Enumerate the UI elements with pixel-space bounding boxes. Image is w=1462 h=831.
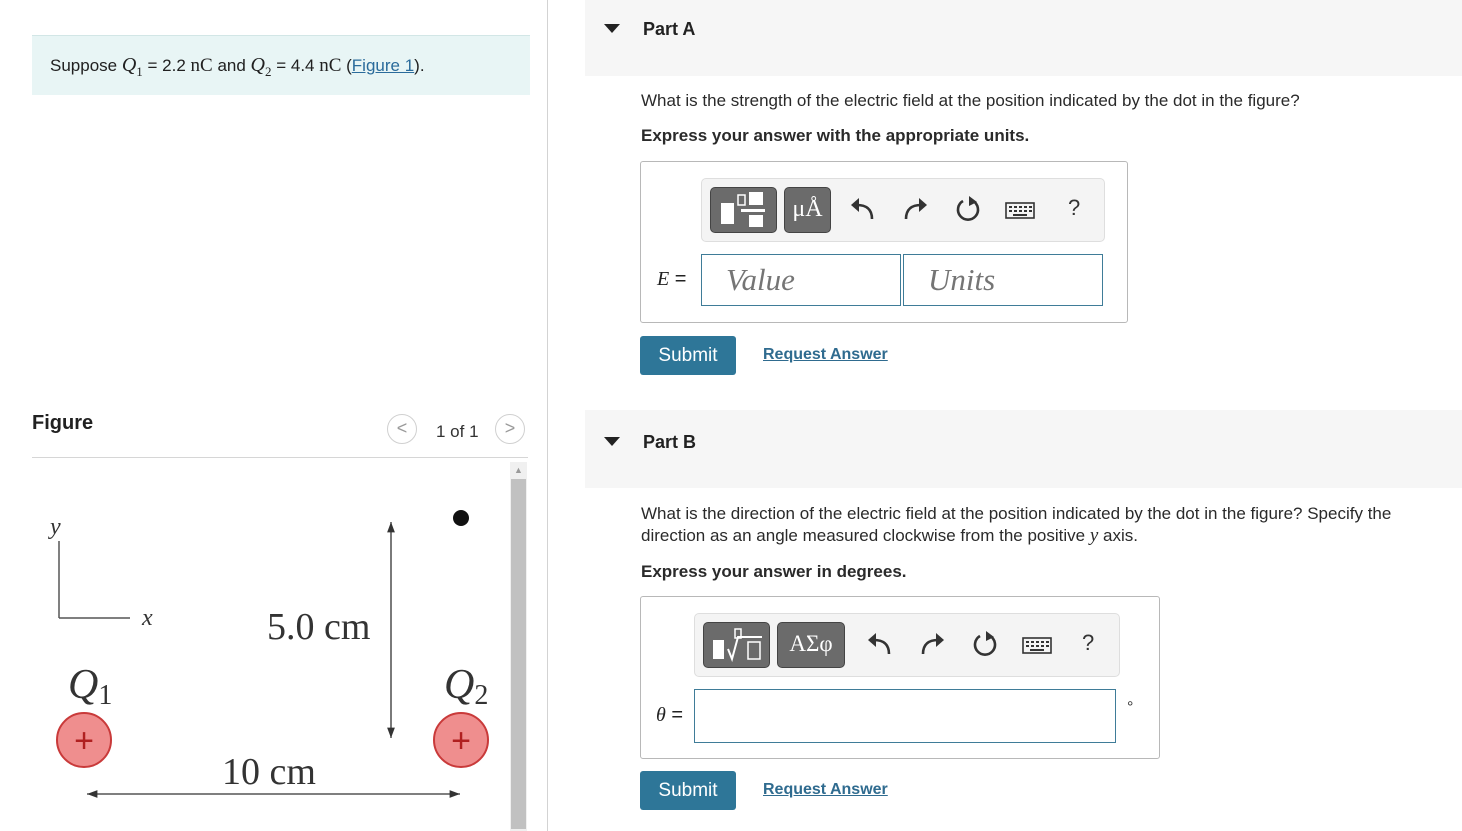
part-b-variable-label: θ = [656,704,684,726]
part-a-toolbar: μÅ ? [701,178,1105,242]
plus-icon: + [451,722,471,760]
q2-symbol: Q2 [250,54,272,79]
undo-icon[interactable] [863,628,897,662]
prev-figure-button[interactable]: < [387,414,417,444]
q2-value: = 4.4 [271,56,320,75]
q2-unit: nC [319,55,342,76]
template-icon [721,192,765,227]
figure-divider [32,457,528,458]
figure-link[interactable]: Figure 1 [352,56,414,75]
charge2-circle: + [433,712,489,768]
next-figure-button[interactable]: > [495,414,525,444]
charge1-circle: + [56,712,112,768]
part-a-variable-label: E = [657,268,687,290]
redo-icon[interactable] [915,628,949,662]
part-b-toolbar: ΑΣφ ? [694,613,1120,677]
problem-prefix: Suppose [50,56,122,75]
part-b-answer-box: ΑΣφ ? θ = ° [640,596,1160,759]
plus-icon: + [74,722,94,760]
figure-page-counter: 1 of 1 [436,422,479,441]
open-paren: ( [341,56,352,75]
problem-conj: and [212,56,251,75]
q1-symbol: Q1 [121,54,143,79]
greek-symbols-button[interactable]: ΑΣφ [777,622,845,668]
part-a-submit-button[interactable]: Submit [640,336,736,375]
help-icon[interactable]: ? [1068,195,1080,221]
field-point-dot [453,510,469,526]
keyboard-icon[interactable] [1020,628,1054,662]
part-a-question: What is the strength of the electric fie… [641,91,1300,110]
collapse-caret-icon[interactable] [604,24,620,33]
x-axis-label: x [141,605,153,631]
reset-icon[interactable] [951,193,985,227]
reset-icon[interactable] [968,628,1002,662]
angle-input[interactable] [694,689,1116,743]
part-a-answer-box: μÅ ? E = [640,161,1128,323]
part-a-header[interactable]: Part A [585,0,1462,76]
collapse-caret-icon[interactable] [604,437,620,446]
pane-divider [547,0,548,831]
part-a-title: Part A [643,19,696,39]
units-input[interactable] [903,254,1103,306]
undo-icon[interactable] [846,193,880,227]
templates-button[interactable] [710,187,777,233]
figure-heading: Figure [32,412,94,434]
chevron-right-icon: > [504,418,516,438]
help-icon[interactable]: ? [1082,630,1094,656]
q1-value: = 2.2 [142,56,191,75]
close-paren: ). [414,56,425,75]
q1-unit: nC [190,55,213,76]
charge1-label: Q1 [68,662,112,711]
degree-unit: ° [1127,699,1134,716]
sqrt-template-icon [713,628,762,663]
part-b-title: Part B [643,432,697,452]
y-axis-label: y [48,514,61,540]
part-b-submit-button[interactable]: Submit [640,771,736,810]
figure-diagram: y x 5.0 cm Q1 Q2 + + 10 cm [48,510,489,798]
part-b-instruction: Express your answer in degrees. [641,562,907,581]
chevron-left-icon: < [396,418,408,438]
math-templates-button[interactable] [703,622,770,668]
part-b-header[interactable]: Part B [585,410,1462,488]
scroll-up-arrow-icon[interactable]: ▲ [510,462,527,478]
part-b-request-answer-link[interactable]: Request Answer [763,781,888,799]
keyboard-icon[interactable] [1003,193,1037,227]
part-a-request-answer-link[interactable]: Request Answer [763,346,888,364]
figure-scrollbar[interactable]: ▲ [510,462,527,831]
part-b-question: What is the direction of the electric fi… [641,504,1392,546]
scrollbar-thumb[interactable] [511,479,526,829]
units-button[interactable]: μÅ [784,187,831,233]
redo-icon[interactable] [898,193,932,227]
part-a-instruction: Express your answer with the appropriate… [641,126,1030,145]
value-input[interactable] [701,254,901,306]
vertical-dimension-label: 5.0 cm [267,606,370,648]
problem-statement: Suppose Q1 = 2.2 nC and Q2 = 4.4 nC (Fig… [32,35,530,95]
horizontal-dimension-label: 10 cm [222,751,316,793]
charge2-label: Q2 [444,662,488,711]
